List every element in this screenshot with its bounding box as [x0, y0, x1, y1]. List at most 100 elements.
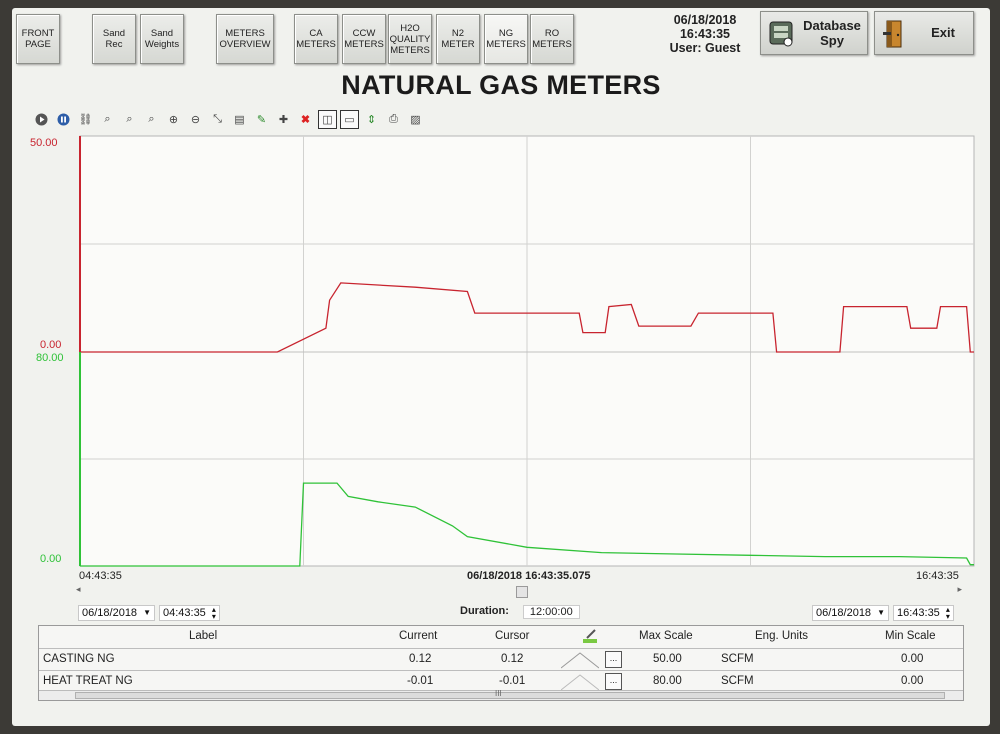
- x-axis-end: 16:43:35: [916, 570, 959, 582]
- ca-meters-button[interactable]: CA METERS: [294, 14, 338, 64]
- status-date: 06/18/2018: [673, 13, 737, 27]
- trend-chart[interactable]: 50.00 0.00 80.00 0.00: [30, 134, 978, 624]
- exit-label: Exit: [931, 25, 955, 40]
- row-cursor: -0.01: [499, 675, 526, 687]
- zoom-in-icon[interactable]: ⊕: [164, 110, 183, 129]
- ro-meters-button[interactable]: RO METERS: [530, 14, 574, 64]
- zoom-area-icon[interactable]: ⌕: [98, 110, 117, 129]
- trend-plot: [79, 135, 975, 567]
- casting-axis-max: 50.00: [30, 137, 58, 149]
- database-spy-label-1: Database: [803, 18, 861, 33]
- delete-icon[interactable]: ✖: [296, 110, 315, 129]
- row-options-button[interactable]: ...: [605, 651, 622, 668]
- page-title: NATURAL GAS METERS: [341, 70, 661, 100]
- chevron-down-icon[interactable]: ▼: [877, 608, 885, 617]
- status-user: User: Guest: [669, 41, 741, 55]
- legend-scroll-grip: III: [495, 689, 502, 698]
- x-axis-start: 04:43:35: [79, 570, 122, 582]
- legend-row-casting[interactable]: CASTING NG 0.12 0.12 ... 50.00 SCFM 0.00: [39, 648, 963, 670]
- axis-reset-icon[interactable]: ⤡: [208, 110, 227, 129]
- end-datetime: 06/18/2018 ▼ 16:43:35 ▴ ▾: [812, 604, 954, 621]
- zoom-out-icon[interactable]: ⊖: [186, 110, 205, 129]
- heat-axis-max: 80.00: [36, 352, 64, 364]
- start-datetime: 06/18/2018 ▼ 04:43:35 ▴ ▾: [78, 604, 220, 621]
- col-eng-units: Eng. Units: [755, 630, 809, 642]
- end-time-stepper[interactable]: 16:43:35 ▴ ▾: [892, 604, 954, 621]
- row-max-scale: 50.00: [653, 653, 682, 665]
- legend-scroll-thumb[interactable]: [75, 692, 945, 699]
- pen-icon[interactable]: ✎: [252, 110, 271, 129]
- ng-meters-button[interactable]: NG METERS: [484, 14, 528, 64]
- heat-axis-min: 0.00: [40, 553, 62, 565]
- crosshair-icon[interactable]: ✚: [274, 110, 293, 129]
- col-label: Label: [189, 630, 218, 642]
- single-view-icon[interactable]: ▭: [340, 109, 359, 129]
- chart-horizontal-scrollbar[interactable]: ◂ ▸: [76, 584, 962, 598]
- x-axis-cursor: 06/18/2018 16:43:35.075: [467, 570, 591, 582]
- zoom-prev-icon[interactable]: ⌕: [142, 110, 161, 129]
- hmi-screen: FRONT PAGE Sand Rec Sand Weights METERS …: [12, 8, 990, 726]
- duration-input[interactable]: 12:00:00: [522, 605, 580, 619]
- col-cursor: Cursor: [495, 630, 530, 642]
- col-current: Current: [399, 630, 438, 642]
- zoom-fit-icon[interactable]: ⌕: [120, 110, 139, 129]
- col-min-scale: Min Scale: [885, 630, 936, 642]
- database-spy-icon: [769, 21, 793, 47]
- legend-scrollbar[interactable]: III: [39, 689, 963, 700]
- ccw-meters-button[interactable]: CCW METERS: [342, 14, 386, 64]
- row-label: CASTING NG: [43, 653, 115, 665]
- start-date-picker[interactable]: 06/18/2018 ▼: [78, 604, 155, 621]
- casting-axis-min: 0.00: [40, 339, 62, 351]
- duration-control: Duration: 12:00:00: [460, 605, 580, 619]
- sand-rec-button[interactable]: Sand Rec: [92, 14, 136, 64]
- split-view-icon[interactable]: ◫: [318, 109, 337, 129]
- scroll-right-icon[interactable]: ▸: [957, 584, 962, 595]
- pen-legend-table: Label Current Cursor Max Scale Eng. Unit…: [38, 625, 964, 701]
- front-page-button[interactable]: FRONT PAGE: [16, 14, 60, 64]
- row-current: 0.12: [409, 653, 432, 665]
- pen-color-icon: [583, 629, 597, 643]
- image-icon[interactable]: ▨: [406, 110, 425, 129]
- table-icon[interactable]: ▤: [230, 110, 249, 129]
- meters-overview-button[interactable]: METERS OVERVIEW: [216, 14, 274, 64]
- sand-weights-button[interactable]: Sand Weights: [140, 14, 184, 64]
- database-spy-button[interactable]: Database Spy: [760, 11, 868, 55]
- end-time-value: 16:43:35: [896, 606, 940, 619]
- end-date-value: 06/18/2018: [816, 606, 872, 619]
- h2o-quality-meters-button[interactable]: H2O QUALITY METERS: [388, 14, 432, 64]
- row-options-button[interactable]: ...: [605, 673, 622, 690]
- exit-door-icon: [883, 20, 902, 48]
- scroll-left-icon[interactable]: ◂: [76, 584, 81, 595]
- col-max-scale: Max Scale: [639, 630, 693, 642]
- row-trend-glyph: [561, 674, 599, 691]
- row-units: SCFM: [721, 653, 754, 665]
- spin-icon[interactable]: ▴ ▾: [212, 605, 216, 620]
- trend-toolbar: ⛓ ⌕ ⌕ ⌕ ⊕ ⊖ ⤡ ▤ ✎ ✚ ✖ ◫ ▭ ⇕ ⎙ ▨: [26, 108, 976, 130]
- row-label: HEAT TREAT NG: [43, 675, 133, 687]
- spin-icon[interactable]: ▴ ▾: [946, 605, 950, 620]
- start-time-stepper[interactable]: 04:43:35 ▴ ▾: [158, 604, 220, 621]
- link-icon[interactable]: ⛓: [76, 110, 95, 129]
- legend-header: Label Current Cursor Max Scale Eng. Unit…: [39, 626, 963, 648]
- status-datetime: 06/18/2018 16:43:35 User: Guest: [630, 13, 780, 55]
- database-spy-label-2: Spy: [820, 33, 844, 48]
- row-cursor: 0.12: [501, 653, 524, 665]
- row-units: SCFM: [721, 675, 754, 687]
- play-icon[interactable]: [32, 110, 51, 129]
- status-time: 16:43:35: [679, 27, 731, 41]
- start-date-value: 06/18/2018: [82, 606, 138, 619]
- row-min-scale: 0.00: [901, 653, 924, 665]
- scale-icon[interactable]: ⇕: [362, 110, 381, 129]
- row-current: -0.01: [407, 675, 434, 687]
- scroll-thumb[interactable]: [516, 586, 528, 598]
- pause-icon[interactable]: [54, 110, 73, 129]
- row-max-scale: 80.00: [653, 675, 682, 687]
- print-icon[interactable]: ⎙: [384, 110, 403, 129]
- row-trend-glyph: [561, 652, 599, 669]
- exit-button[interactable]: Exit: [874, 11, 974, 55]
- row-min-scale: 0.00: [901, 675, 924, 687]
- n2-meter-button[interactable]: N2 METER: [436, 14, 480, 64]
- start-time-value: 04:43:35: [162, 606, 206, 619]
- chevron-down-icon[interactable]: ▼: [143, 608, 151, 617]
- end-date-picker[interactable]: 06/18/2018 ▼: [812, 604, 889, 621]
